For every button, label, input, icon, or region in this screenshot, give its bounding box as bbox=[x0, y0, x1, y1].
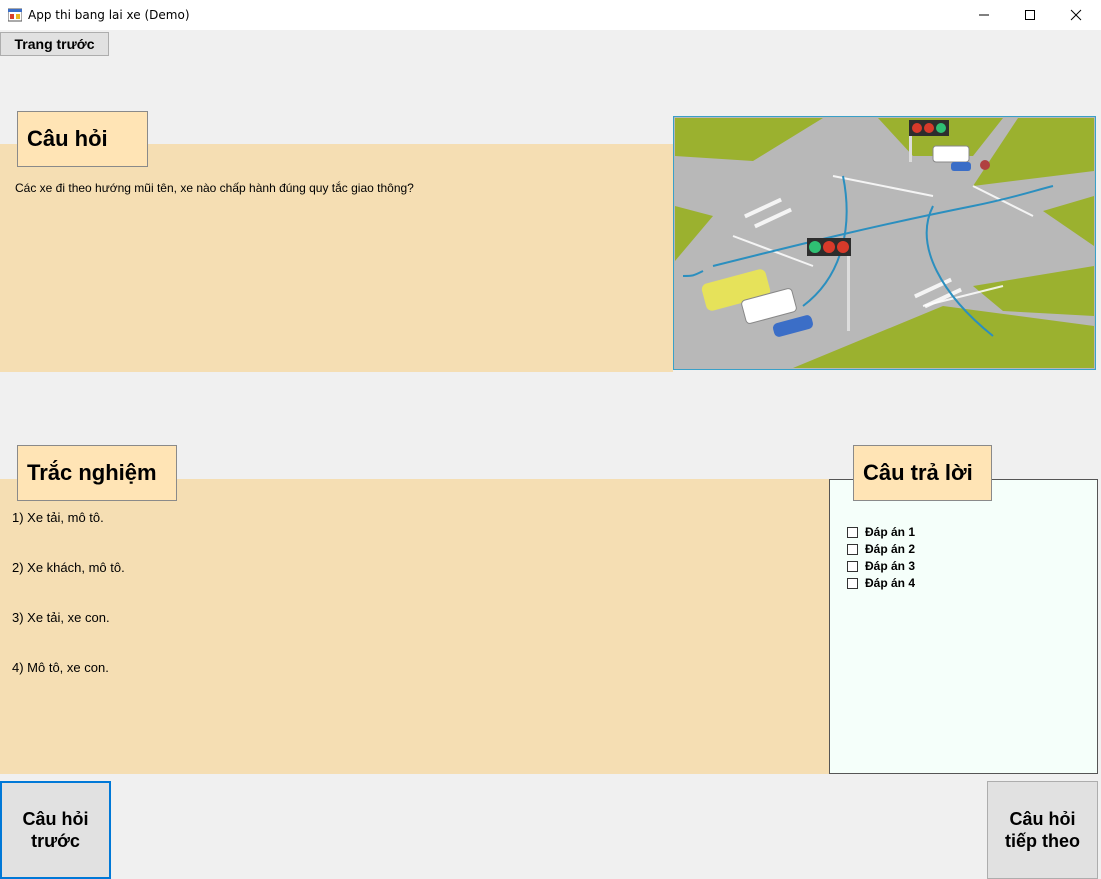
choice-item: 4) Mô tô, xe con. bbox=[12, 660, 109, 675]
maximize-button[interactable] bbox=[1007, 0, 1053, 30]
back-page-button[interactable]: Trang trước bbox=[0, 32, 109, 56]
previous-question-button[interactable]: Câu hỏi trước bbox=[0, 781, 111, 879]
checkbox-icon[interactable] bbox=[847, 561, 858, 572]
minimize-button[interactable] bbox=[961, 0, 1007, 30]
question-image bbox=[673, 116, 1096, 370]
question-panel bbox=[0, 144, 673, 372]
choices-panel bbox=[0, 479, 829, 774]
question-header: Câu hỏi bbox=[17, 111, 148, 167]
choice-item: 3) Xe tải, xe con. bbox=[12, 610, 110, 625]
checkbox-icon[interactable] bbox=[847, 578, 858, 589]
choice-item: 2) Xe khách, mô tô. bbox=[12, 560, 125, 575]
next-label-line-1: Câu hỏi bbox=[1009, 809, 1076, 829]
next-label-line-2: tiếp theo bbox=[1005, 831, 1080, 851]
maximize-icon bbox=[1025, 10, 1035, 20]
answer-option-label[interactable]: Đáp án 1 bbox=[865, 525, 915, 539]
answer-option-label[interactable]: Đáp án 2 bbox=[865, 542, 915, 556]
window-title: App thi bang lai xe (Demo) bbox=[28, 8, 190, 22]
close-icon bbox=[1070, 9, 1082, 21]
next-question-label: Câu hỏi tiếp theo bbox=[1005, 808, 1080, 852]
title-bar: App thi bang lai xe (Demo) bbox=[0, 0, 1101, 30]
answer-option-label[interactable]: Đáp án 4 bbox=[865, 576, 915, 590]
choices-header: Trắc nghiệm bbox=[17, 445, 177, 501]
prev-label-line-2: trước bbox=[31, 831, 80, 851]
checkbox-icon[interactable] bbox=[847, 527, 858, 538]
answer-header: Câu trả lời bbox=[853, 445, 992, 501]
previous-question-label: Câu hỏi trước bbox=[23, 808, 89, 852]
prev-label-line-1: Câu hỏi bbox=[22, 809, 89, 829]
answer-header-label: Câu trả lời bbox=[863, 460, 973, 485]
question-header-label: Câu hỏi bbox=[27, 126, 108, 151]
answer-panel bbox=[829, 479, 1098, 774]
question-text: Các xe đi theo hướng mũi tên, xe nào chấ… bbox=[15, 181, 414, 195]
choices-header-label: Trắc nghiệm bbox=[27, 460, 157, 485]
answer-option-label[interactable]: Đáp án 3 bbox=[865, 559, 915, 573]
close-button[interactable] bbox=[1053, 0, 1099, 30]
next-question-button[interactable]: Câu hỏi tiếp theo bbox=[987, 781, 1098, 879]
checkbox-icon[interactable] bbox=[847, 544, 858, 555]
choice-item: 1) Xe tải, mô tô. bbox=[12, 510, 104, 525]
minimize-icon bbox=[979, 14, 989, 16]
app-window-icon bbox=[8, 8, 22, 22]
